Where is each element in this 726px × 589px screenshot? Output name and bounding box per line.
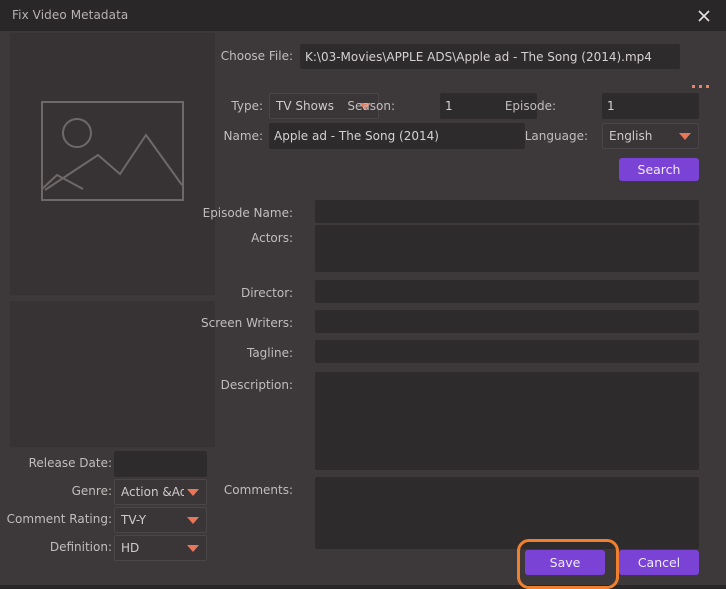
- close-icon: [698, 10, 710, 22]
- tagline-input[interactable]: [315, 340, 699, 363]
- genre-value: Action &Adventure: [121, 485, 184, 499]
- episode-input[interactable]: [602, 93, 699, 119]
- title-bar: Fix Video Metadata: [0, 0, 726, 31]
- language-select[interactable]: English: [602, 123, 699, 149]
- actors-input[interactable]: [315, 225, 699, 272]
- dialog-body: Release Date: Genre: Action &Adventure C…: [0, 31, 726, 589]
- definition-label: Definition:: [49, 540, 112, 554]
- image-placeholder-icon: [41, 101, 184, 201]
- type-label: Type:: [231, 99, 263, 113]
- ellipsis-icon: [692, 85, 695, 88]
- description-label: Description:: [220, 378, 293, 392]
- language-value: English: [609, 129, 653, 143]
- comment-rating-label: Comment Rating:: [6, 512, 112, 526]
- file-path-input[interactable]: [300, 44, 680, 69]
- language-label: Language:: [524, 129, 588, 143]
- comment-rating-value: TV-Y: [121, 513, 147, 527]
- director-label: Director:: [240, 286, 293, 300]
- save-button[interactable]: Save: [525, 550, 605, 575]
- comment-rating-select[interactable]: TV-Y: [114, 507, 207, 533]
- window-title: Fix Video Metadata: [12, 8, 129, 22]
- season-label: Season:: [347, 99, 395, 113]
- comments-label: Comments:: [223, 483, 293, 497]
- release-date-row: Release Date:: [0, 451, 215, 477]
- definition-select[interactable]: HD: [114, 535, 207, 561]
- cancel-button[interactable]: Cancel: [619, 550, 699, 575]
- chevron-down-icon: [187, 517, 199, 524]
- chevron-down-icon: [187, 545, 199, 552]
- release-date-input[interactable]: [114, 451, 207, 477]
- comment-rating-row: Comment Rating: TV-Y: [0, 507, 215, 533]
- search-button[interactable]: Search: [619, 158, 699, 181]
- definition-row: Definition: HD: [0, 535, 215, 561]
- director-input[interactable]: [315, 280, 699, 303]
- episode-name-input[interactable]: [315, 200, 699, 223]
- chevron-down-icon: [679, 133, 691, 140]
- description-input[interactable]: [315, 372, 699, 470]
- definition-value: HD: [121, 541, 140, 555]
- comments-input[interactable]: [315, 477, 699, 549]
- name-label: Name:: [223, 129, 263, 143]
- screen-writers-input[interactable]: [315, 310, 699, 333]
- name-input[interactable]: [269, 123, 525, 149]
- episode-label: Episode:: [504, 99, 556, 113]
- screen-writers-label: Screen Writers:: [201, 316, 293, 330]
- poster-panel[interactable]: [10, 33, 215, 295]
- tagline-label: Tagline:: [246, 346, 293, 360]
- genre-label: Genre:: [71, 484, 112, 498]
- choose-file-label: Choose File:: [220, 49, 293, 63]
- close-button[interactable]: [682, 0, 726, 31]
- release-date-label: Release Date:: [28, 456, 112, 470]
- episode-name-label: Episode Name:: [202, 206, 293, 220]
- actors-label: Actors:: [251, 231, 293, 245]
